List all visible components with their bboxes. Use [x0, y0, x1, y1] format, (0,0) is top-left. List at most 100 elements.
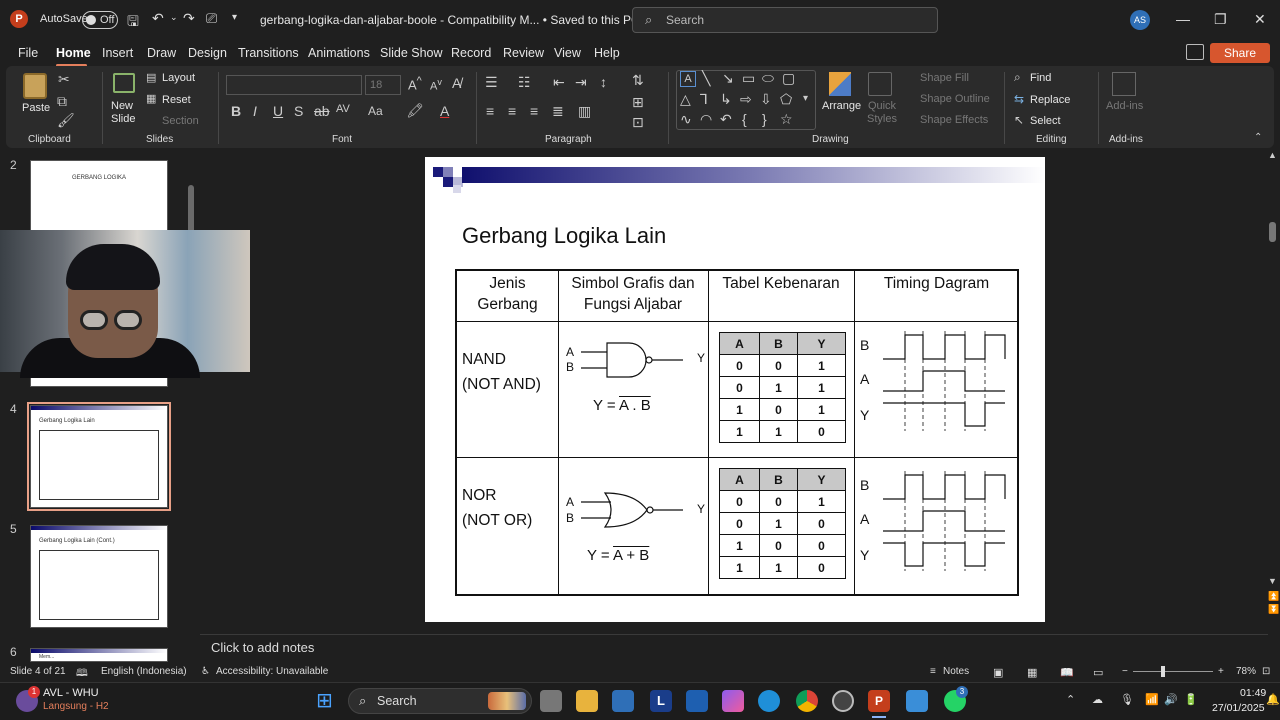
shape-fill-button[interactable]: Shape Fill	[920, 72, 969, 84]
onedrive-icon[interactable]: ☁	[1092, 693, 1103, 706]
italic-icon[interactable]: I	[253, 103, 257, 119]
notepad-icon[interactable]	[906, 690, 928, 712]
tray-chevron-icon[interactable]: ⌃	[1066, 693, 1075, 706]
tab-animations[interactable]: Animations	[308, 46, 370, 60]
document-title[interactable]: gerbang-logika-dan-aljabar-boole - Compa…	[260, 13, 640, 27]
language-status[interactable]: English (Indonesia)	[101, 666, 187, 677]
minimize-icon[interactable]: —	[1176, 11, 1190, 27]
elbow-shape-icon[interactable]: ⅂	[700, 91, 708, 108]
undo-dropdown-icon[interactable]: ⌄	[170, 12, 178, 23]
arrow-shape-icon[interactable]: ↘	[722, 70, 734, 87]
tab-view[interactable]: View	[554, 46, 581, 60]
microphone-icon[interactable]: 🎙	[1120, 693, 1134, 706]
zoom-out-icon[interactable]: −	[1122, 666, 1128, 677]
file-explorer-icon[interactable]	[576, 690, 598, 712]
brace-right-shape-icon[interactable]: }	[762, 111, 767, 127]
task-view-icon[interactable]	[540, 690, 562, 712]
increase-font-icon[interactable]: A^	[408, 75, 422, 92]
present-icon[interactable]: ⎚	[206, 10, 217, 27]
star-shape-icon[interactable]: ☆	[780, 111, 793, 128]
slide-thumbnail[interactable]: GERBANG LOGIKA	[30, 160, 168, 232]
copilot-icon[interactable]	[722, 690, 744, 712]
rectangle-shape-icon[interactable]: ▭	[742, 70, 755, 87]
search-box[interactable]: ⌕ Search	[632, 7, 938, 33]
normal-view-icon[interactable]: ▣	[993, 666, 1003, 679]
tab-insert[interactable]: Insert	[102, 46, 133, 60]
share-button[interactable]: Share	[1210, 43, 1270, 63]
decrease-font-icon[interactable]: Av	[430, 77, 442, 93]
char-spacing-icon[interactable]: AV	[336, 103, 350, 115]
fit-slide-icon[interactable]: ⊡	[1262, 666, 1270, 677]
textbox-shape-icon[interactable]: A	[680, 71, 696, 87]
volume-icon[interactable]: 🔊	[1164, 693, 1178, 706]
powerpoint-taskbar-icon[interactable]: P	[868, 690, 890, 712]
addins-icon[interactable]	[1112, 72, 1136, 96]
bullets-icon[interactable]: ☰	[485, 74, 498, 91]
align-center-icon[interactable]: ≡	[508, 103, 516, 119]
down-arrow-shape-icon[interactable]: ⇩	[760, 91, 772, 108]
undo-icon[interactable]: ↶	[152, 10, 164, 27]
comments-icon[interactable]	[1186, 44, 1204, 60]
copy-icon[interactable]: ⧉	[57, 93, 67, 110]
arrange-button[interactable]: Arrange	[822, 100, 861, 112]
align-text-icon[interactable]: ⊞	[632, 94, 644, 111]
save-icon[interactable]: 🖫	[127, 11, 139, 35]
arc-shape-icon[interactable]: ◠	[700, 111, 712, 128]
strikethrough-icon[interactable]: ab	[314, 103, 330, 119]
select-button[interactable]: Select	[1030, 115, 1061, 127]
bold-icon[interactable]: B	[231, 103, 241, 119]
zoom-slider-track[interactable]	[1133, 671, 1213, 672]
clock-date[interactable]: 27/01/2025	[1212, 702, 1265, 714]
oval-shape-icon[interactable]: ⬭	[762, 70, 774, 87]
justify-icon[interactable]: ≣	[552, 103, 564, 120]
slide-thumbnail-selected[interactable]: Gerbang Logika Lain	[27, 402, 171, 511]
slide-thumbnail[interactable]: Gerbang Logika Lain (Cont.)	[30, 525, 168, 628]
collapse-ribbon-icon[interactable]: ⌃	[1254, 132, 1262, 143]
app-circle-icon[interactable]	[832, 690, 854, 712]
replace-button[interactable]: Replace	[1030, 94, 1070, 106]
line-shape-icon[interactable]: ╲	[702, 70, 710, 87]
paste-button[interactable]: Paste	[22, 102, 50, 114]
next-slide-icon[interactable]: ⏬	[1268, 604, 1279, 615]
tab-slide-show[interactable]: Slide Show	[380, 46, 443, 60]
increase-indent-icon[interactable]: ⇥	[575, 74, 587, 91]
shape-effects-button[interactable]: Shape Effects	[920, 114, 988, 126]
decrease-indent-icon[interactable]: ⇤	[553, 74, 565, 91]
tab-home[interactable]: Home	[56, 46, 91, 60]
curve-shape-icon[interactable]: ∿	[680, 111, 692, 128]
slideshow-view-icon[interactable]: ▭	[1093, 666, 1103, 679]
columns-icon[interactable]: ▥	[578, 103, 591, 120]
change-case-icon[interactable]: Aa	[368, 104, 383, 118]
quick-styles-icon[interactable]	[868, 72, 892, 96]
line-spacing-icon[interactable]: ↕	[600, 74, 607, 90]
windows-start-icon[interactable]: ⊞	[316, 688, 333, 713]
clock-time[interactable]: 01:49	[1240, 687, 1266, 699]
edge-icon[interactable]	[758, 690, 780, 712]
maximize-icon[interactable]: ❐	[1214, 11, 1227, 28]
shape-outline-button[interactable]: Shape Outline	[920, 93, 990, 105]
rounded-rect-shape-icon[interactable]: ▢	[782, 70, 795, 87]
align-left-icon[interactable]: ≡	[486, 103, 494, 119]
notification-bell-icon[interactable]: 🔔	[1266, 693, 1280, 706]
tab-record[interactable]: Record	[451, 46, 491, 60]
tab-file[interactable]: File	[18, 46, 38, 60]
zoom-in-icon[interactable]: +	[1218, 666, 1224, 677]
quick-styles-button[interactable]: Quick Styles	[862, 100, 902, 126]
app-l-icon[interactable]: L	[650, 690, 672, 712]
format-painter-icon[interactable]: 🖌	[57, 112, 75, 129]
smartart-icon[interactable]: ⊡	[632, 114, 644, 131]
slide-thumbnail[interactable]: Mem...	[30, 648, 168, 662]
tab-design[interactable]: Design	[188, 46, 227, 60]
gallery-more-icon[interactable]: ▾	[803, 93, 808, 104]
paste-icon[interactable]	[23, 73, 47, 99]
battery-icon[interactable]: 🔋	[1184, 693, 1198, 706]
clear-format-icon[interactable]: A̸	[452, 75, 461, 91]
app-blue-icon[interactable]	[686, 690, 708, 712]
prev-slide-icon[interactable]: ⏫	[1268, 591, 1279, 602]
highlight-icon[interactable]: 🖍	[406, 102, 424, 119]
scroll-down-icon[interactable]: ▼	[1268, 576, 1277, 586]
slide-canvas[interactable]: Gerbang Logika Lain Jenis Gerbang Simbol…	[425, 157, 1045, 622]
user-avatar[interactable]: AS	[1130, 10, 1150, 30]
slide-title[interactable]: Gerbang Logika Lain	[462, 223, 666, 249]
section-button[interactable]: Section	[162, 115, 199, 127]
